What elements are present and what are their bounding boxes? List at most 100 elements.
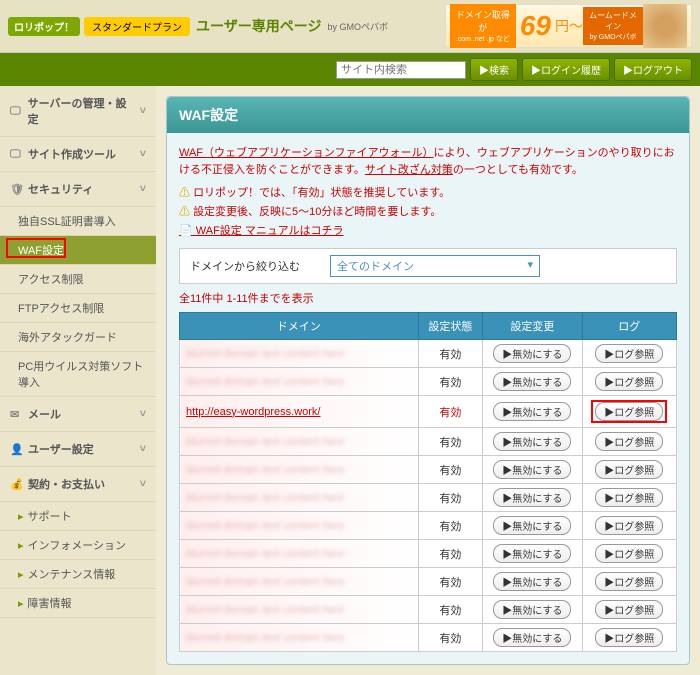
- domain-cell: blurred domain text content here: [180, 340, 419, 368]
- domain-cell: blurred domain text content here: [180, 368, 419, 396]
- log-cell: ▶ログ参照: [582, 596, 676, 624]
- logout-button[interactable]: ▶ログアウト: [614, 58, 692, 81]
- status-cell: 有効: [418, 484, 483, 512]
- domain-cell: blurred domain text content here: [180, 596, 419, 624]
- chevron-down-icon: ˅: [140, 183, 146, 195]
- plan-badge: スタンダードプラン: [84, 17, 190, 36]
- log-button[interactable]: ▶ログ参照: [595, 572, 663, 591]
- disable-button[interactable]: ▶無効にする: [493, 488, 571, 507]
- sidebar-footer-1[interactable]: ▸インフォメーション: [0, 531, 156, 560]
- lollipop-logo: ロリポップ！: [8, 17, 80, 36]
- table-row: blurred domain text content here 有効 ▶無効に…: [180, 540, 677, 568]
- table-row: blurred domain text content here 有効 ▶無効に…: [180, 484, 677, 512]
- log-cell: ▶ログ参照: [582, 512, 676, 540]
- sidebar-item-user[interactable]: 👤ユーザー設定˅: [0, 432, 156, 467]
- filter-row: ドメインから絞り込む 全てのドメイン ▾: [179, 248, 677, 284]
- sidebar-item-money[interactable]: 💰契約・お支払い˅: [0, 467, 156, 502]
- disable-button[interactable]: ▶無効にする: [493, 628, 571, 647]
- sidebar-sub-海外アタックガード[interactable]: 海外アタックガード: [0, 323, 156, 352]
- log-button[interactable]: ▶ログ参照: [595, 488, 663, 507]
- disable-button[interactable]: ▶無効にする: [493, 600, 571, 619]
- change-cell: ▶無効にする: [483, 540, 582, 568]
- domain-cell: blurred domain text content here: [180, 456, 419, 484]
- manual-link[interactable]: WAF設定 マニュアルはコチラ: [179, 222, 677, 238]
- status-cell: 有効: [418, 568, 483, 596]
- shield-icon: 🛡: [10, 183, 22, 195]
- log-button[interactable]: ▶ログ参照: [595, 372, 663, 391]
- domain-cell: http://easy-wordpress.work/: [180, 396, 419, 428]
- domain-cell: blurred domain text content here: [180, 624, 419, 652]
- change-cell: ▶無効にする: [483, 396, 582, 428]
- waf-panel: WAF設定 WAF（ウェブアプリケーションファイアウォール）により、ウェブアプリ…: [166, 96, 690, 665]
- sidebar-item-monitor[interactable]: 🖵サイト作成ツール˅: [0, 137, 156, 172]
- change-cell: ▶無効にする: [483, 624, 582, 652]
- sidebar-footer-2[interactable]: ▸メンテナンス情報: [0, 560, 156, 589]
- col-domain: ドメイン: [180, 313, 419, 340]
- sidebar-sub-PC用ウイルス対策ソフト導入[interactable]: PC用ウイルス対策ソフト導入: [0, 352, 156, 397]
- monitor-icon: 🖵: [10, 148, 22, 160]
- header: ロリポップ！ スタンダードプラン ユーザー専用ページ by GMOペパボ ドメイ…: [0, 0, 700, 53]
- banner-left: ドメイン取得が .com .net .jp など: [450, 4, 516, 48]
- sidebar-item-shield[interactable]: 🛡セキュリティ˅: [0, 172, 156, 207]
- change-cell: ▶無効にする: [483, 512, 582, 540]
- log-button[interactable]: ▶ログ参照: [595, 402, 663, 421]
- sidebar-sub-FTPアクセス制限[interactable]: FTPアクセス制限: [0, 294, 156, 323]
- log-button[interactable]: ▶ログ参照: [595, 460, 663, 479]
- tamper-link[interactable]: サイト改ざん対策: [365, 164, 453, 176]
- banner-dog-image: [643, 4, 687, 48]
- change-cell: ▶無効にする: [483, 596, 582, 624]
- table-row: http://easy-wordpress.work/ 有効 ▶無効にする ▶ロ…: [180, 396, 677, 428]
- status-cell: 有効: [418, 540, 483, 568]
- log-cell: ▶ログ参照: [582, 456, 676, 484]
- waf-def-link[interactable]: WAF（ウェブアプリケーションファイアウォール）: [179, 147, 433, 159]
- log-button[interactable]: ▶ログ参照: [595, 432, 663, 451]
- sidebar-sub-独自SSL証明書導入[interactable]: 独自SSL証明書導入: [0, 207, 156, 236]
- change-cell: ▶無効にする: [483, 456, 582, 484]
- domain-cell: blurred domain text content here: [180, 484, 419, 512]
- sidebar: 🖵サーバーの管理・設定˅🖵サイト作成ツール˅🛡セキュリティ˅独自SSL証明書導入…: [0, 86, 156, 675]
- disable-button[interactable]: ▶無効にする: [493, 402, 571, 421]
- sidebar-sub-WAF設定[interactable]: WAF設定: [0, 236, 156, 265]
- col-status: 設定状態: [418, 313, 483, 340]
- info-text: WAF（ウェブアプリケーションファイアウォール）により、ウェブアプリケーションの…: [179, 145, 677, 178]
- disable-button[interactable]: ▶無効にする: [493, 344, 571, 363]
- col-change: 設定変更: [483, 313, 582, 340]
- main-content: WAF設定 WAF（ウェブアプリケーションファイアウォール）により、ウェブアプリ…: [156, 86, 700, 675]
- chevron-down-icon: ˅: [140, 105, 146, 117]
- sidebar-footer-0[interactable]: ▸サポート: [0, 502, 156, 531]
- chevron-down-icon: ˅: [140, 408, 146, 420]
- mail-icon: ✉: [10, 408, 22, 420]
- status-cell: 有効: [418, 428, 483, 456]
- log-button[interactable]: ▶ログ参照: [595, 344, 663, 363]
- domain-link[interactable]: http://easy-wordpress.work/: [186, 406, 321, 418]
- table-row: blurred domain text content here 有効 ▶無効に…: [180, 596, 677, 624]
- sidebar-item-mail[interactable]: ✉メール˅: [0, 397, 156, 432]
- log-button[interactable]: ▶ログ参照: [595, 628, 663, 647]
- disable-button[interactable]: ▶無効にする: [493, 460, 571, 479]
- login-history-button[interactable]: ▶ログイン履歴: [522, 58, 610, 81]
- sidebar-item-server[interactable]: 🖵サーバーの管理・設定˅: [0, 86, 156, 137]
- disable-button[interactable]: ▶無効にする: [493, 432, 571, 451]
- chevron-down-icon: ˅: [140, 478, 146, 490]
- log-button[interactable]: ▶ログ参照: [595, 516, 663, 535]
- banner-right: ムームードメイン by GMOペパボ: [583, 7, 643, 45]
- warning-1: ロリポップ！では、「有効」状態を推奨しています。: [179, 184, 677, 200]
- domain-filter-select[interactable]: 全てのドメイン ▾: [330, 255, 540, 277]
- change-cell: ▶無効にする: [483, 368, 582, 396]
- table-row: blurred domain text content here 有効 ▶無効に…: [180, 368, 677, 396]
- ad-banner[interactable]: ドメイン取得が .com .net .jp など 69 円～ ムームードメイン …: [445, 4, 692, 48]
- log-cell: ▶ログ参照: [582, 428, 676, 456]
- search-input[interactable]: [336, 61, 466, 79]
- disable-button[interactable]: ▶無効にする: [493, 516, 571, 535]
- status-cell: 有効: [418, 624, 483, 652]
- disable-button[interactable]: ▶無効にする: [493, 572, 571, 591]
- log-cell: ▶ログ参照: [582, 396, 676, 428]
- sidebar-footer-3[interactable]: ▸障害情報: [0, 589, 156, 618]
- search-button[interactable]: ▶検索: [470, 58, 518, 81]
- log-button[interactable]: ▶ログ参照: [595, 600, 663, 619]
- disable-button[interactable]: ▶無効にする: [493, 372, 571, 391]
- sidebar-sub-アクセス制限[interactable]: アクセス制限: [0, 265, 156, 294]
- table-row: blurred domain text content here 有効 ▶無効に…: [180, 568, 677, 596]
- filter-label: ドメインから絞り込む: [190, 258, 300, 274]
- status-cell: 有効: [418, 396, 483, 428]
